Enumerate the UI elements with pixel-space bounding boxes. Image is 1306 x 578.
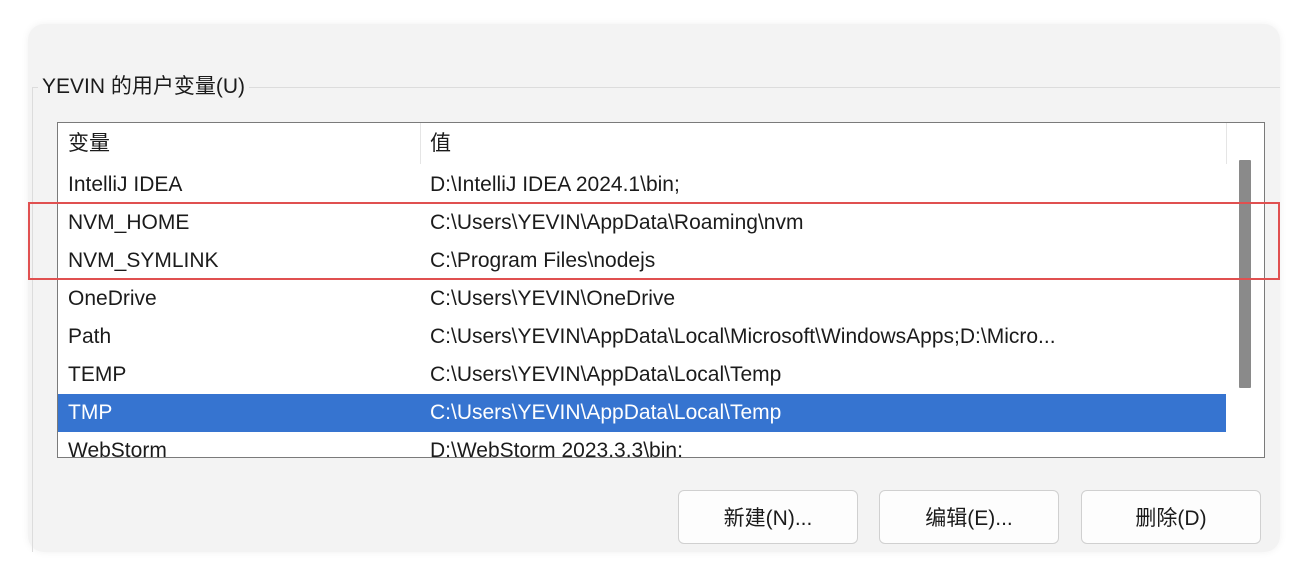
column-separator[interactable] <box>420 123 421 164</box>
variable-value: C:\Users\YEVIN\AppData\Local\Temp <box>430 401 782 424</box>
column-header-variable[interactable]: 变量 <box>68 131 408 157</box>
group-box-border-left <box>32 87 33 552</box>
variable-name: OneDrive <box>68 287 157 310</box>
column-separator <box>1226 123 1227 164</box>
list-header: 变量 值 <box>58 123 1227 164</box>
new-button[interactable]: 新建(N)... <box>678 490 858 544</box>
edit-button[interactable]: 编辑(E)... <box>879 490 1059 544</box>
variable-name: TEMP <box>68 363 127 386</box>
variable-value: C:\Users\YEVIN\AppData\Local\Microsoft\W… <box>430 325 1056 348</box>
variable-value: C:\Users\YEVIN\OneDrive <box>430 287 676 310</box>
variable-name: WebStorm <box>68 439 167 458</box>
variable-value: D:\WebStorm 2023.3.3\bin; <box>430 439 683 458</box>
table-row[interactable]: TEMP C:\Users\YEVIN\AppData\Local\Temp <box>58 356 1226 394</box>
column-header-value[interactable]: 值 <box>430 131 1220 157</box>
vertical-scrollbar[interactable] <box>1228 123 1264 456</box>
table-row-selected[interactable]: TMP C:\Users\YEVIN\AppData\Local\Temp <box>58 394 1226 432</box>
user-variables-group-label: YEVIN 的用户变量(U) <box>38 72 250 102</box>
table-row[interactable]: Path C:\Users\YEVIN\AppData\Local\Micros… <box>58 318 1226 356</box>
variable-value: D:\IntelliJ IDEA 2024.1\bin; <box>430 173 680 196</box>
table-row[interactable]: WebStorm D:\WebStorm 2023.3.3\bin; <box>58 432 1226 458</box>
annotation-highlight-box <box>28 202 1280 280</box>
delete-button[interactable]: 删除(D) <box>1081 490 1261 544</box>
variable-name: IntelliJ IDEA <box>68 173 183 196</box>
variable-value: C:\Users\YEVIN\AppData\Local\Temp <box>430 363 782 386</box>
variable-name: Path <box>68 325 112 348</box>
table-row[interactable]: IntelliJ IDEA D:\IntelliJ IDEA 2024.1\bi… <box>58 166 1226 204</box>
user-variables-list[interactable]: 变量 值 IntelliJ IDEA D:\IntelliJ IDEA 2024… <box>57 122 1265 458</box>
table-row[interactable]: OneDrive C:\Users\YEVIN\OneDrive <box>58 280 1226 318</box>
variable-name: TMP <box>68 401 113 424</box>
